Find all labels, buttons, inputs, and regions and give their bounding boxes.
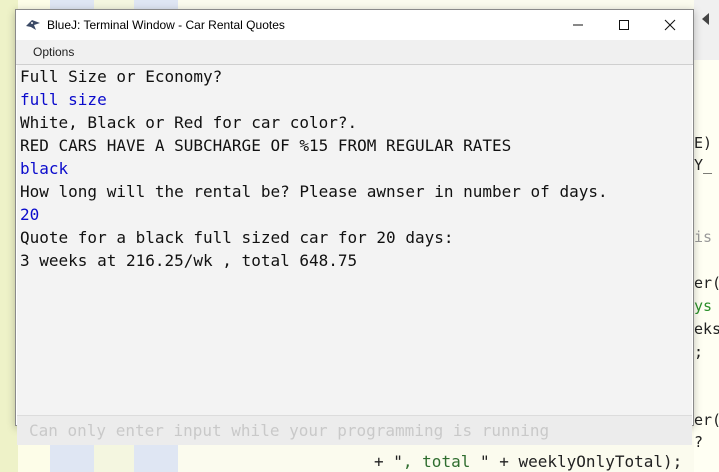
maximize-button[interactable] <box>601 10 647 40</box>
output-line: White, Black or Red for car color?. <box>20 113 358 132</box>
window-title: BlueJ: Terminal Window - Car Rental Quot… <box>47 18 285 32</box>
output-line: Quote for a black full sized car for 20 … <box>20 228 454 247</box>
code-fragment: er( <box>694 274 719 292</box>
title-bar[interactable]: BlueJ: Terminal Window - Car Rental Quot… <box>16 10 693 40</box>
code-fragment: ; <box>694 343 704 361</box>
code-fragment: ? <box>694 433 704 451</box>
input-placeholder: Can only enter input while your programm… <box>29 421 550 440</box>
back-arrow-icon[interactable] <box>699 12 713 26</box>
output-line: 3 weeks at 216.25/wk , total 648.75 <box>20 251 358 270</box>
maximize-icon <box>619 20 629 30</box>
editor-code-line: + ", total " + weeklyOnlyTotal); <box>374 452 682 471</box>
bluej-bird-icon <box>26 20 40 30</box>
terminal-input-field[interactable]: Can only enter input while your programm… <box>17 415 692 445</box>
code-string: , total <box>402 452 480 471</box>
minimize-button[interactable] <box>555 10 601 40</box>
minimize-icon <box>573 24 583 26</box>
editor-toolbar-fragment <box>694 0 719 83</box>
user-input-line: black <box>20 159 69 178</box>
user-input-line: full size <box>20 90 107 109</box>
menu-options[interactable]: Options <box>33 45 74 59</box>
code-fragment: Y_ <box>694 156 713 174</box>
output-line: Full Size or Economy? <box>20 67 223 86</box>
code-suffix: " + weeklyOnlyTotal); <box>479 452 683 471</box>
code-prefix: + " <box>374 452 403 471</box>
output-line: How long will the rental be? Please awns… <box>20 182 608 201</box>
code-fragment: ys <box>694 297 713 315</box>
output-line: RED CARS HAVE A SUBCHARGE OF %15 FROM RE… <box>20 136 512 155</box>
terminal-output[interactable]: Full Size or Economy? full size White, B… <box>17 65 692 415</box>
code-fragment: eks <box>694 320 719 338</box>
close-icon <box>664 19 676 31</box>
editor-code-fragment: E) Y_ is er( ys eks ; er( ? <box>694 60 719 472</box>
close-button[interactable] <box>647 10 693 40</box>
menu-bar: Options <box>16 40 693 65</box>
code-fragment: er( <box>694 411 719 429</box>
code-fragment: E) <box>694 134 713 152</box>
terminal-window: BlueJ: Terminal Window - Car Rental Quot… <box>15 9 694 445</box>
user-input-line: 20 <box>20 205 40 224</box>
code-fragment: is <box>694 228 713 246</box>
